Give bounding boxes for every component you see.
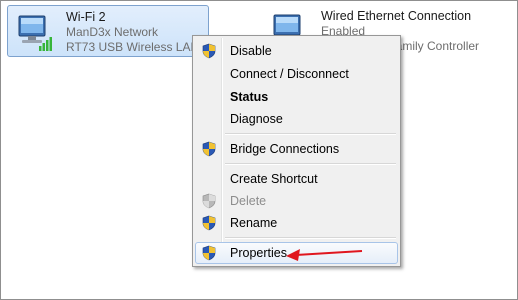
menu-item-label: Delete bbox=[230, 194, 267, 208]
menu-item-label: Disable bbox=[230, 44, 272, 58]
menu-item-diagnose[interactable]: Diagnose bbox=[195, 108, 398, 130]
menu-item-delete: Delete bbox=[195, 190, 398, 212]
menu-item-disable[interactable]: Disable bbox=[195, 40, 398, 62]
menu-item-connect-disconnect[interactable]: Connect / Disconnect bbox=[195, 63, 398, 85]
wireless-network-icon bbox=[18, 15, 52, 51]
menu-separator bbox=[225, 237, 396, 239]
menu-item-status[interactable]: Status bbox=[195, 86, 398, 108]
adapter-device: RT73 USB Wireless LAN C bbox=[66, 40, 212, 54]
adapter-network: ManD3x Network bbox=[66, 25, 159, 39]
menu-item-label: Properties bbox=[230, 246, 287, 260]
menu-item-label: Create Shortcut bbox=[230, 172, 318, 186]
menu-item-bridge-connections[interactable]: Bridge Connections bbox=[195, 138, 398, 160]
window-content: Wi-Fi 2 ManD3x Network RT73 USB Wireless… bbox=[0, 0, 518, 300]
menu-item-label: Status bbox=[230, 90, 269, 104]
uac-shield-icon bbox=[202, 215, 216, 231]
menu-item-rename[interactable]: Rename bbox=[195, 212, 398, 234]
context-menu: Disable Connect / Disconnect Status Diag… bbox=[192, 35, 401, 267]
menu-item-create-shortcut[interactable]: Create Shortcut bbox=[195, 168, 398, 190]
adapter-wifi-2[interactable]: Wi-Fi 2 ManD3x Network RT73 USB Wireless… bbox=[7, 5, 212, 57]
uac-shield-icon bbox=[202, 245, 216, 261]
menu-item-label: Rename bbox=[230, 216, 278, 230]
menu-separator bbox=[225, 133, 396, 135]
menu-item-label: Connect / Disconnect bbox=[230, 67, 349, 81]
uac-shield-icon bbox=[202, 43, 216, 59]
menu-item-label: Diagnose bbox=[230, 112, 283, 126]
red-arrow-icon bbox=[286, 249, 363, 261]
uac-shield-icon bbox=[202, 193, 216, 209]
adapter-name: Wi-Fi 2 bbox=[66, 10, 106, 24]
menu-separator bbox=[225, 163, 396, 165]
uac-shield-icon bbox=[202, 141, 216, 157]
adapter-name: Wired Ethernet Connection bbox=[321, 9, 472, 23]
menu-item-label: Bridge Connections bbox=[230, 142, 340, 156]
